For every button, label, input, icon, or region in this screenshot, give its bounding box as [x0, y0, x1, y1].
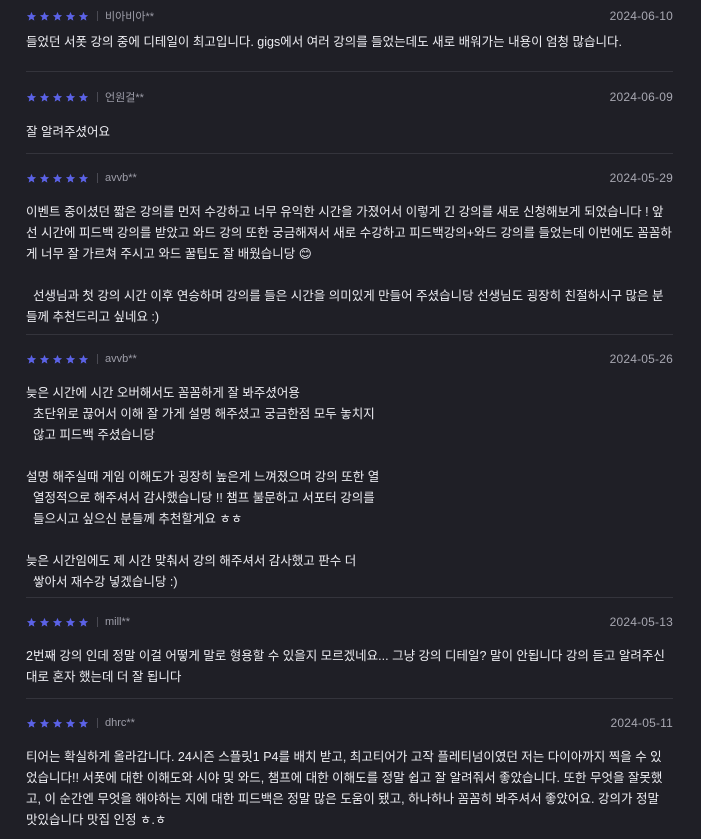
star-icon — [78, 173, 89, 184]
review-meta: avvb** 2024-05-26 — [26, 335, 673, 383]
review-author: dhrc** — [105, 717, 135, 729]
review-author: 언원걸** — [105, 92, 144, 104]
star-rating — [26, 718, 89, 729]
star-rating — [26, 617, 89, 628]
review-item: mill** 2024-05-13 2번째 강의 인데 정말 이걸 어떻게 말로… — [26, 598, 673, 699]
review-author: mill** — [105, 616, 131, 628]
star-icon — [52, 11, 63, 22]
review-date: 2024-05-26 — [609, 352, 673, 366]
star-icon — [26, 92, 37, 103]
star-icon — [65, 718, 76, 729]
star-rating — [26, 92, 89, 103]
review-text: 티어는 확실하게 올라갑니다. 24시즌 스플릿1 P4를 배치 받고, 최고티… — [26, 750, 663, 827]
review-author: avvb** — [105, 353, 137, 365]
star-icon — [39, 92, 50, 103]
star-icon — [65, 354, 76, 365]
star-icon — [78, 92, 89, 103]
star-icon — [39, 11, 50, 22]
review-date: 2024-05-29 — [609, 171, 673, 185]
review-item: 언원걸** 2024-06-09 잘 알려주셨어요 — [26, 72, 673, 154]
star-icon — [65, 11, 76, 22]
review-item: avvb** 2024-05-26 늦은 시간에 시간 오버해서도 꼼꼼하게 잘… — [26, 335, 673, 598]
meta-divider — [97, 11, 98, 21]
star-icon — [39, 173, 50, 184]
star-icon — [26, 617, 37, 628]
review-item: 비아비아** 2024-06-10 들었던 서폿 강의 중에 디테일이 최고입니… — [26, 0, 673, 72]
star-icon — [65, 617, 76, 628]
meta-divider — [97, 617, 98, 627]
review-meta: mill** 2024-05-13 — [26, 598, 673, 646]
review-date: 2024-05-11 — [610, 716, 673, 730]
review-date: 2024-06-09 — [609, 90, 673, 104]
review-author: 비아비아** — [105, 11, 155, 23]
review-date: 2024-05-13 — [609, 615, 673, 629]
star-icon — [26, 718, 37, 729]
review-list: 비아비아** 2024-06-10 들었던 서폿 강의 중에 디테일이 최고입니… — [0, 0, 701, 839]
review-text: 들었던 서폿 강의 중에 디테일이 최고입니다. gigs에서 여러 강의를 들… — [26, 35, 622, 49]
star-icon — [78, 11, 89, 22]
star-icon — [65, 92, 76, 103]
star-icon — [52, 173, 63, 184]
star-rating — [26, 11, 89, 22]
review-text: 이벤트 중이셨던 짧은 강의를 먼저 수강하고 너무 유익한 시간을 가졌어서 … — [26, 205, 672, 324]
meta-divider — [97, 92, 98, 102]
star-icon — [26, 11, 37, 22]
star-icon — [52, 617, 63, 628]
review-text: 늦은 시간에 시간 오버해서도 꼼꼼하게 잘 봐주셨어용 초단위로 끊어서 이해… — [26, 386, 380, 589]
review-text: 잘 알려주셨어요 — [26, 125, 110, 139]
star-icon — [52, 718, 63, 729]
star-icon — [52, 92, 63, 103]
star-icon — [26, 173, 37, 184]
review-meta: 언원걸** 2024-06-09 — [26, 72, 673, 122]
star-icon — [65, 173, 76, 184]
star-icon — [26, 354, 37, 365]
meta-divider — [97, 354, 98, 364]
star-icon — [52, 354, 63, 365]
review-meta: avvb** 2024-05-29 — [26, 154, 673, 202]
star-icon — [78, 718, 89, 729]
review-item: avvb** 2024-05-29 이벤트 중이셨던 짧은 강의를 먼저 수강하… — [26, 154, 673, 335]
review-meta: 비아비아** 2024-06-10 — [26, 0, 673, 32]
star-icon — [78, 354, 89, 365]
meta-divider — [97, 173, 98, 183]
star-icon — [39, 718, 50, 729]
review-text: 2번째 강의 인데 정말 이걸 어떻게 말로 형용할 수 있을지 모르겠네요..… — [26, 649, 669, 684]
star-rating — [26, 173, 89, 184]
star-icon — [39, 617, 50, 628]
meta-divider — [97, 718, 98, 728]
review-item: dhrc** 2024-05-11 티어는 확실하게 올라갑니다. 24시즌 스… — [26, 699, 673, 839]
star-icon — [39, 354, 50, 365]
star-icon — [78, 617, 89, 628]
review-date: 2024-06-10 — [609, 9, 673, 23]
star-rating — [26, 354, 89, 365]
review-author: avvb** — [105, 172, 137, 184]
review-meta: dhrc** 2024-05-11 — [26, 699, 673, 747]
